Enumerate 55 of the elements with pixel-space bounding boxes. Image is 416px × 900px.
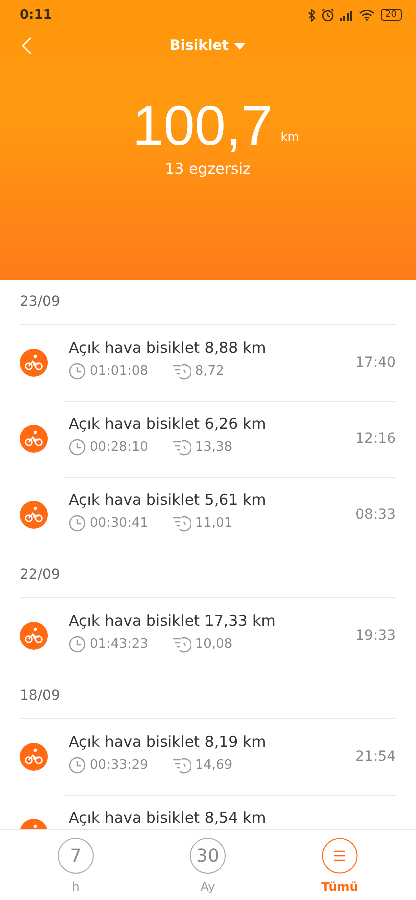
period-tab[interactable]: 7 h xyxy=(31,838,121,900)
clock-icon xyxy=(69,439,86,456)
wifi-icon xyxy=(358,9,376,21)
period-badge: 7 xyxy=(58,838,94,874)
total-distance: 100,7 xyxy=(132,96,273,156)
date-heading: 23/09 xyxy=(20,280,396,325)
distance-unit: km xyxy=(280,130,300,144)
workout-title: Açık hava bisiklet 8,88 km xyxy=(69,339,268,357)
workout-duration: 00:30:41 xyxy=(90,516,148,531)
workout-title: Açık hava bisiklet 5,61 km xyxy=(69,491,268,509)
signal-icon xyxy=(340,10,354,20)
workout-speed: 11,01 xyxy=(195,516,233,531)
status-time: 0:11 xyxy=(20,8,52,22)
speed-icon xyxy=(172,636,192,653)
speed-icon xyxy=(172,757,192,774)
battery-indicator: 20 xyxy=(380,9,402,21)
workout-row[interactable]: Açık hava bisiklet 8,54 km xyxy=(0,795,416,829)
workout-time: 19:33 xyxy=(356,628,396,644)
workout-row[interactable]: Açık hava bisiklet 8,88 km 01:01:08 8,72 17:40 xyxy=(0,325,416,401)
period-tab[interactable]: 30 Ay xyxy=(163,838,253,900)
list-icon xyxy=(322,838,358,874)
workout-duration: 00:33:29 xyxy=(90,758,148,773)
workout-speed: 10,08 xyxy=(195,637,233,652)
speed-icon xyxy=(172,363,192,380)
workout-duration: 01:43:23 xyxy=(90,637,148,652)
workout-time: 21:54 xyxy=(356,749,396,765)
alarm-icon xyxy=(320,8,335,22)
date-heading: 22/09 xyxy=(20,553,396,598)
workout-time: 17:40 xyxy=(356,355,396,371)
workout-time: 12:16 xyxy=(356,431,396,447)
speed-icon xyxy=(172,439,192,456)
date-heading: 18/09 xyxy=(20,674,396,719)
workout-speed: 13,38 xyxy=(195,440,233,455)
workout-title: Açık hava bisiklet 17,33 km xyxy=(69,612,277,630)
workout-row[interactable]: Açık hava bisiklet 6,26 km 00:28:10 13,38 12:16 xyxy=(0,401,416,477)
clock-icon xyxy=(69,636,86,653)
speed-icon xyxy=(172,515,192,532)
workout-duration: 01:01:08 xyxy=(90,364,148,379)
workout-speed: 8,72 xyxy=(195,364,224,379)
caret-icon xyxy=(234,42,246,50)
workout-title: Açık hava bisiklet 8,19 km xyxy=(69,733,268,751)
period-badge: 30 xyxy=(190,838,226,874)
workout-speed: 14,69 xyxy=(195,758,233,773)
clock-icon xyxy=(69,757,86,774)
workout-row[interactable]: Açık hava bisiklet 5,61 km 00:30:41 11,01 08:33 xyxy=(0,477,416,553)
clock-icon xyxy=(69,363,86,380)
workout-title: Açık hava bisiklet 8,54 km xyxy=(69,809,268,827)
workout-row[interactable]: Açık hava bisiklet 8,19 km 00:33:29 14,69 21:54 xyxy=(0,719,416,795)
workout-count: 13 egzersiz xyxy=(164,160,252,178)
workout-duration: 00:28:10 xyxy=(90,440,148,455)
workout-title: Açık hava bisiklet 6,26 km xyxy=(69,415,268,433)
bluetooth-icon xyxy=(308,8,316,22)
clock-icon xyxy=(69,515,86,532)
workout-row[interactable]: Açık hava bisiklet 17,33 km 01:43:23 10,08 19:33 xyxy=(0,598,416,674)
workout-time: 08:33 xyxy=(356,507,396,523)
